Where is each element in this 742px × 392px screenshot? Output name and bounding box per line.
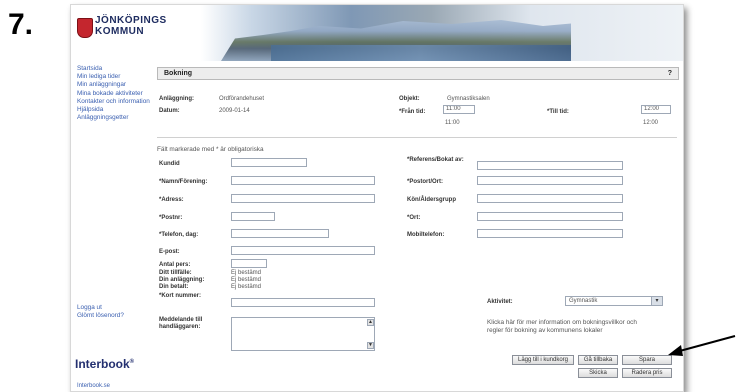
pointer-arrow-icon: [668, 335, 736, 356]
